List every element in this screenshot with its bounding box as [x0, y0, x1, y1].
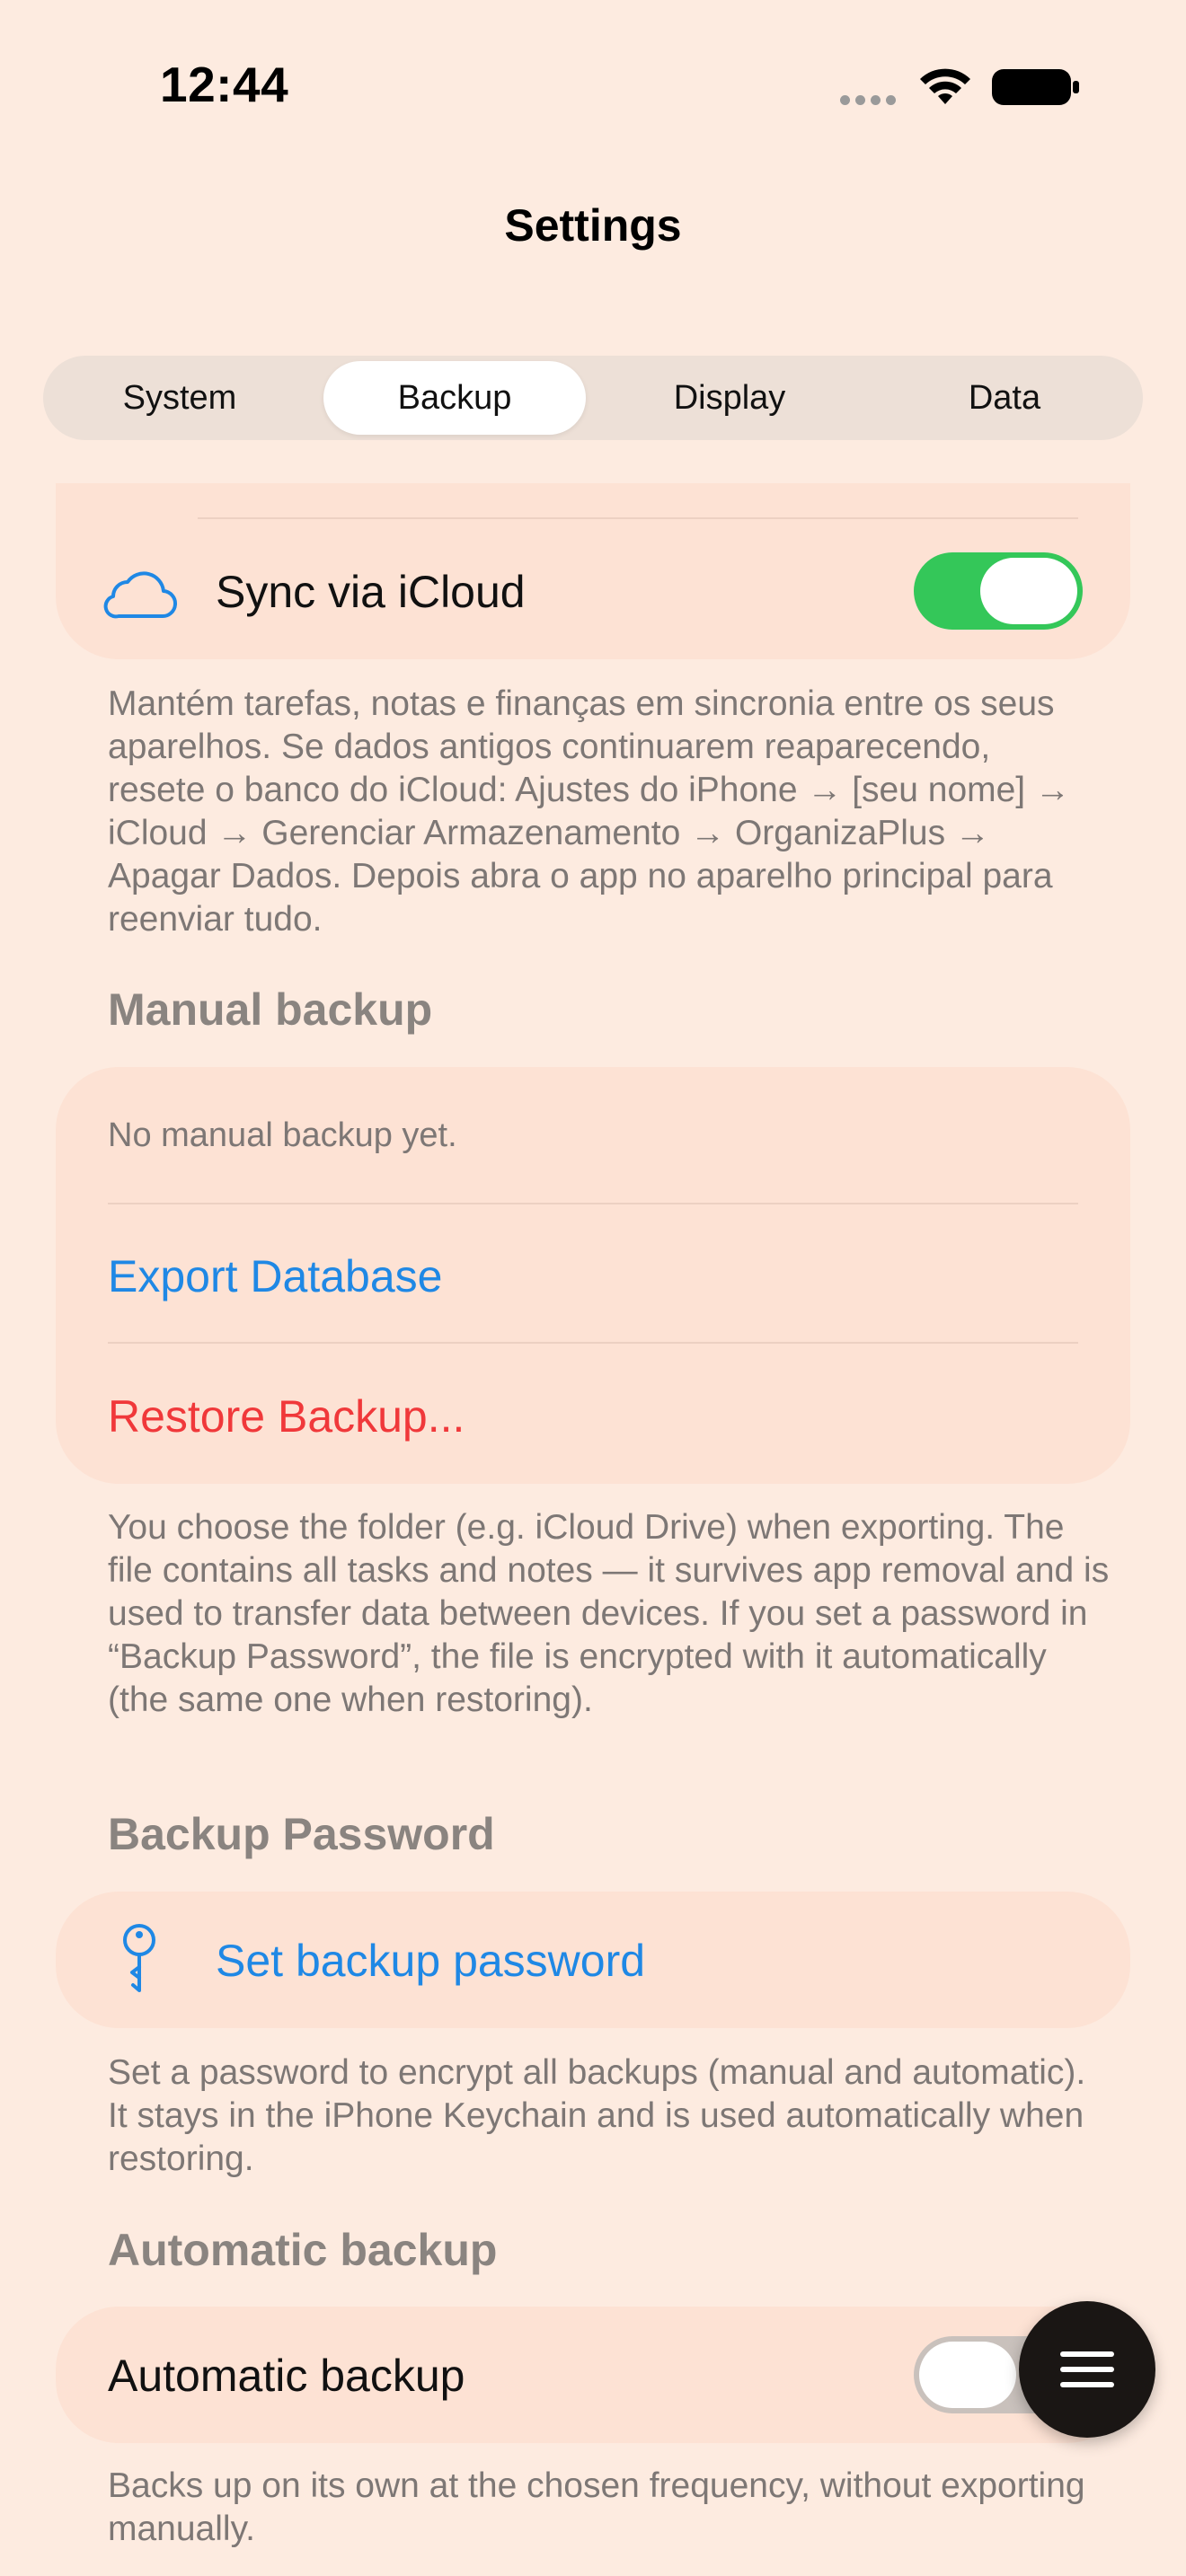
backup-password-footnote: Set a password to encrypt all backups (m…	[108, 2053, 1086, 2178]
automatic-backup-header: Automatic backup	[108, 2225, 498, 2275]
tab-backup[interactable]: Backup	[323, 361, 586, 435]
toggle-knob	[980, 558, 1077, 624]
tab-system[interactable]: System	[49, 361, 311, 435]
automatic-backup-label: Automatic backup	[108, 2351, 465, 2401]
wifi-icon	[918, 65, 972, 110]
manual-backup-status: No manual backup yet.	[108, 1116, 457, 1154]
manual-backup-header: Manual backup	[108, 984, 433, 1035]
battery-icon	[991, 68, 1081, 106]
page-title: Settings	[504, 200, 682, 251]
toggle-knob	[919, 2342, 1016, 2408]
tab-display[interactable]: Display	[598, 361, 861, 435]
row-divider	[198, 517, 1078, 519]
icloud-sync-toggle[interactable]	[914, 552, 1083, 630]
icloud-sync-label: Sync via iCloud	[216, 567, 526, 617]
status-time: 12:44	[160, 57, 289, 112]
automatic-backup-footnote: Backs up on its own at the chosen freque…	[108, 2466, 1085, 2548]
cloud-icon	[101, 560, 178, 623]
restore-backup-button[interactable]: Restore Backup...	[108, 1390, 465, 1442]
row-divider	[108, 1342, 1078, 1344]
cellular-signal-icon	[840, 93, 903, 105]
tab-data[interactable]: Data	[873, 361, 1136, 435]
manual-backup-footnote: You choose the folder (e.g. iCloud Drive…	[108, 1508, 1110, 1719]
floating-menu-button[interactable]	[1019, 2301, 1155, 2438]
export-database-button[interactable]: Export Database	[108, 1250, 442, 1302]
key-icon	[117, 1922, 162, 1998]
settings-tabs: System Backup Display Data	[43, 356, 1143, 440]
set-backup-password-button[interactable]: Set backup password	[216, 1935, 645, 1987]
icloud-footnote: Mantém tarefas, notas e finanças em sinc…	[108, 684, 1070, 939]
row-divider	[108, 1203, 1078, 1204]
backup-password-header: Backup Password	[108, 1809, 495, 1859]
